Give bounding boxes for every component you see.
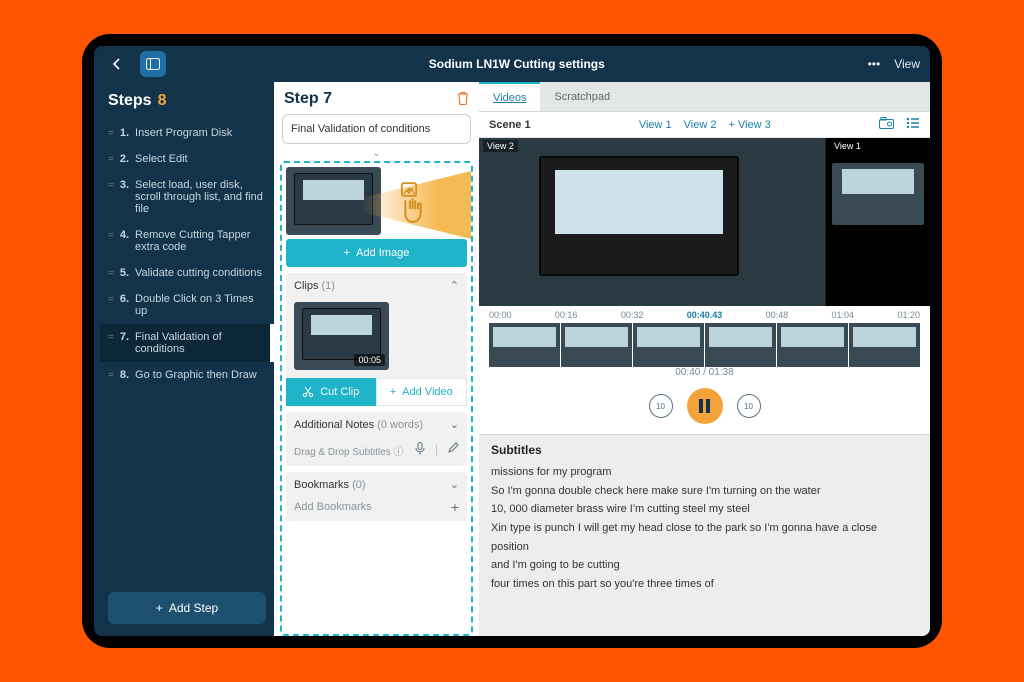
subtitle-line: Xin type is punch I will get my head clo… [491, 519, 918, 556]
sidebar-step-item[interactable]: =2.Select Edit [100, 146, 274, 172]
view-2-link[interactable]: View 2 [684, 119, 717, 131]
subtitle-line: four times on this part so you're three … [491, 575, 918, 594]
video-main-view[interactable]: View 2 [479, 138, 825, 306]
video-viewport: View 2 View 1 [479, 138, 930, 306]
add-video-button[interactable]: +Add Video [376, 378, 468, 406]
steps-sidebar: Steps8 =1.Insert Program Disk=2.Select E… [94, 82, 274, 636]
drag-handle-icon[interactable]: = [108, 154, 114, 165]
timeline-tick: 00:00 [489, 310, 512, 320]
timeline-tick: 00:16 [555, 310, 578, 320]
subtitle-line: So I'm gonna double check here make sure… [491, 482, 918, 501]
subtitle-line: 10, 000 diameter brass wire I'm cutting … [491, 500, 918, 519]
timeline-tick: 01:04 [832, 310, 855, 320]
sidebar-step-item[interactable]: =7.Final Validation of conditions [100, 324, 274, 362]
subtitle-line: missions for my program [491, 463, 918, 482]
add-bookmark-button[interactable]: + [451, 499, 459, 515]
subtitles-heading: Subtitles [491, 443, 918, 457]
subtitles-text: missions for my programSo I'm gonna doub… [491, 463, 918, 594]
chevron-down-icon: ⌄ [450, 418, 459, 431]
add-bookmarks-label: Add Bookmarks [294, 501, 372, 513]
chevron-up-icon: ⌃ [450, 279, 459, 292]
sidebar-step-item[interactable]: =5.Validate cutting conditions [100, 260, 274, 286]
tablet-frame: Sodium LN1W Cutting settings ••• View St… [82, 34, 942, 648]
preview-pane: Videos Scratchpad Scene 1 View 1 View 2 … [479, 82, 930, 636]
clips-panel: Clips (1) ⌃ 00:05 Cut C [286, 273, 467, 406]
edit-icon[interactable] [448, 442, 459, 458]
mic-icon[interactable] [415, 442, 425, 458]
add-step-button[interactable]: +Add Step [108, 592, 266, 624]
drag-hand-icon [391, 181, 427, 225]
pause-button[interactable] [687, 388, 723, 424]
image-thumbnail[interactable] [286, 167, 381, 235]
more-icon[interactable]: ••• [868, 57, 881, 71]
bookmarks-panel: Bookmarks (0) ⌄ Add Bookmarks + [286, 472, 467, 521]
preview-tabs: Videos Scratchpad [479, 82, 930, 112]
timeline-tick: 00:48 [766, 310, 789, 320]
add-view-button[interactable]: + View 3 [728, 119, 770, 131]
steps-list: =1.Insert Program Disk=2.Select Edit=3.S… [100, 120, 274, 588]
steps-heading: Steps8 [100, 88, 274, 120]
drag-subtitles-label: Drag & Drop Subtitles [294, 447, 391, 458]
clip-duration: 00:05 [354, 354, 385, 366]
camera-icon[interactable] [879, 117, 894, 132]
clip-thumbnail[interactable]: 00:05 [294, 302, 389, 370]
page-title: Sodium LN1W Cutting settings [166, 57, 868, 71]
playback-time: 00:40 / 01:38 [489, 367, 920, 382]
timeline-tick: 00:32 [621, 310, 644, 320]
view-button[interactable]: View [894, 57, 920, 71]
rewind-10-button[interactable]: 10 [649, 394, 673, 418]
plus-icon: + [390, 386, 396, 398]
step-editor-panel: Step 7 ⌄ [274, 82, 479, 636]
timeline-tick: 01:20 [897, 310, 920, 320]
chevron-down-icon[interactable]: ⌄ [274, 148, 479, 161]
subtitle-line: and I'm going to be cutting [491, 556, 918, 575]
timeline-frames[interactable] [489, 323, 920, 367]
scene-toolbar: Scene 1 View 1 View 2 + View 3 [479, 112, 930, 138]
app-screen: Sodium LN1W Cutting settings ••• View St… [94, 46, 930, 636]
top-bar: Sodium LN1W Cutting settings ••• View [94, 46, 930, 82]
delete-step-button[interactable] [457, 91, 469, 108]
drag-handle-icon[interactable]: = [108, 268, 114, 279]
layout-toggle-button[interactable] [140, 51, 166, 77]
video-timeline: 00:00 00:16 00:32 00:40.43 00:48 01:04 01:20 0… [479, 306, 930, 434]
sidebar-step-item[interactable]: =4.Remove Cutting Tapper extra code [100, 222, 274, 260]
drag-handle-icon[interactable]: = [108, 128, 114, 139]
timeline-tick: 00:40.43 [687, 310, 723, 320]
list-icon[interactable] [906, 117, 920, 132]
drag-handle-icon[interactable]: = [108, 370, 114, 381]
step-title-input[interactable] [282, 114, 471, 144]
back-button[interactable] [104, 51, 130, 77]
plus-icon: + [156, 601, 163, 615]
drag-handle-icon[interactable]: = [108, 230, 114, 241]
plus-icon: + [344, 247, 350, 259]
video-side-view[interactable]: View 1 [825, 138, 930, 306]
add-image-button[interactable]: +Add Image [286, 239, 467, 267]
clips-panel-toggle[interactable]: Clips (1) ⌃ [286, 273, 467, 298]
subtitles-panel: Subtitles missions for my programSo I'm … [479, 434, 930, 636]
scene-label: Scene 1 [489, 119, 531, 131]
sidebar-step-item[interactable]: =8.Go to Graphic then Draw [100, 362, 274, 388]
sidebar-step-item[interactable]: =6.Double Click on 3 Times up [100, 286, 274, 324]
view-label: View 2 [483, 140, 518, 152]
tab-scratchpad[interactable]: Scratchpad [540, 82, 624, 111]
view-label: View 1 [830, 140, 865, 152]
notes-panel-toggle[interactable]: Additional Notes (0 words) ⌄ [286, 412, 467, 437]
timeline-ticks: 00:00 00:16 00:32 00:40.43 00:48 01:04 01:20 [489, 310, 920, 320]
forward-10-button[interactable]: 10 [737, 394, 761, 418]
drag-handle-icon[interactable]: = [108, 180, 114, 191]
bookmarks-panel-toggle[interactable]: Bookmarks (0) ⌄ [286, 472, 467, 497]
view-1-link[interactable]: View 1 [639, 119, 672, 131]
chevron-down-icon: ⌄ [450, 478, 459, 491]
drag-handle-icon[interactable]: = [108, 294, 114, 305]
help-icon[interactable]: ⓘ [394, 447, 404, 458]
drag-handle-icon[interactable]: = [108, 332, 114, 343]
sidebar-step-item[interactable]: =1.Insert Program Disk [100, 120, 274, 146]
tab-videos[interactable]: Videos [479, 82, 540, 111]
sidebar-step-item[interactable]: =3.Select load, user disk, scroll throug… [100, 172, 274, 222]
notes-panel: Additional Notes (0 words) ⌄ Drag & Drop… [286, 412, 467, 466]
cut-clip-button[interactable]: Cut Clip [286, 378, 376, 406]
step-heading: Step 7 [284, 90, 332, 108]
content-drop-zone: +Add Image Clips (1) ⌃ 00:05 [280, 161, 473, 636]
